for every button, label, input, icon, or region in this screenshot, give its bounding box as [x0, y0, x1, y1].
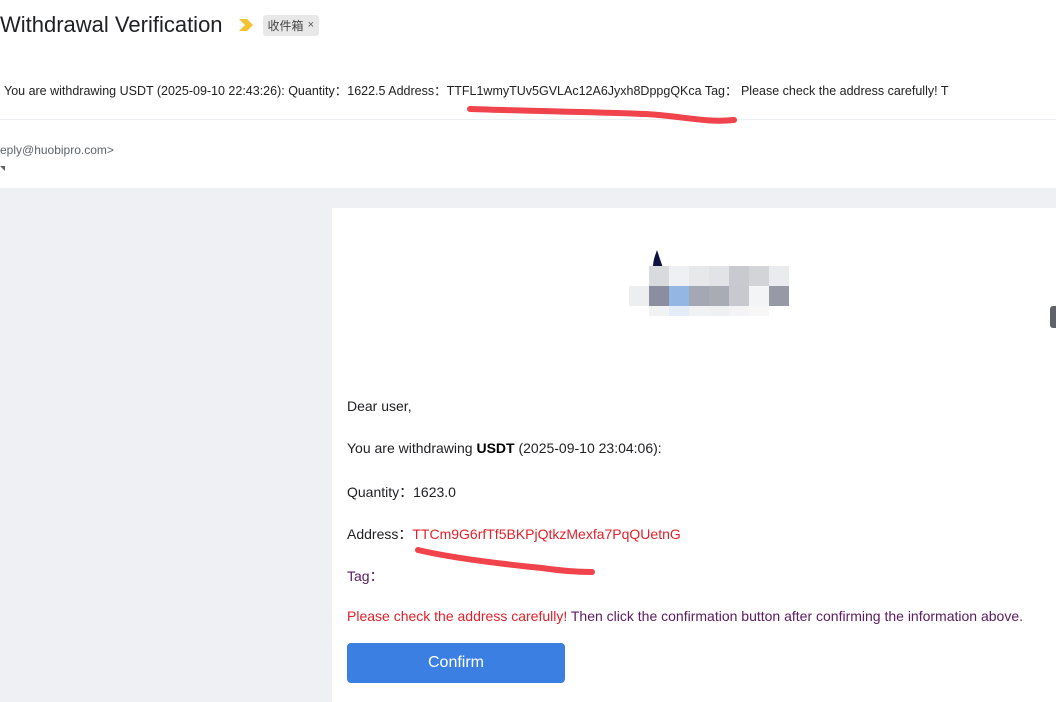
remove-label-icon[interactable]: × — [308, 19, 314, 31]
brand-logo-blurred — [629, 250, 801, 320]
greeting-text: Dear user, — [347, 398, 412, 414]
warning-red-text: Please check the address carefully! — [347, 608, 568, 624]
address-value: TTCm9G6rfTf5BKPjQtkzMexfa7PqQUetnG — [412, 526, 681, 542]
sender-details-caret-icon[interactable] — [0, 166, 5, 171]
sender-address[interactable]: eply@huobipro.com> — [0, 143, 114, 157]
quantity-value: 1623.0 — [413, 484, 456, 500]
warning-line: Please check the address carefully! Then… — [347, 608, 1023, 624]
email-subject-row: Withdrawal Verification 收件箱 × — [0, 10, 319, 40]
email-header: Withdrawal Verification 收件箱 × You are wi… — [0, 0, 1056, 171]
quantity-label: Quantity： — [347, 484, 414, 500]
confirm-button[interactable]: Confirm — [347, 643, 565, 683]
warning-rest-text: Then click the confirmation button after… — [567, 608, 1023, 624]
address-line: Address：TTCm9G6rfTf5BKPjQtkzMexfa7PqQUet… — [347, 524, 681, 544]
address-label: Address： — [347, 526, 413, 542]
scrollbar-handle[interactable] — [1050, 306, 1056, 328]
inbox-label-text: 收件箱 — [267, 18, 304, 33]
withdraw-line: You are withdrawing USDT (2025-09-10 23:… — [347, 440, 662, 456]
email-snippet: You are withdrawing USDT (2025-09-10 22:… — [4, 84, 949, 98]
withdraw-prefix: You are withdrawing — [347, 440, 477, 456]
withdraw-coin: USDT — [476, 440, 515, 456]
withdraw-time: (2025-09-10 23:04:06): — [514, 440, 662, 456]
quantity-line: Quantity：1623.0 — [347, 482, 456, 502]
importance-marker-icon[interactable] — [238, 19, 253, 31]
email-subject: Withdrawal Verification — [0, 12, 223, 37]
tag-label: Tag： — [347, 568, 384, 584]
inbox-label-chip[interactable]: 收件箱 × — [262, 14, 319, 36]
